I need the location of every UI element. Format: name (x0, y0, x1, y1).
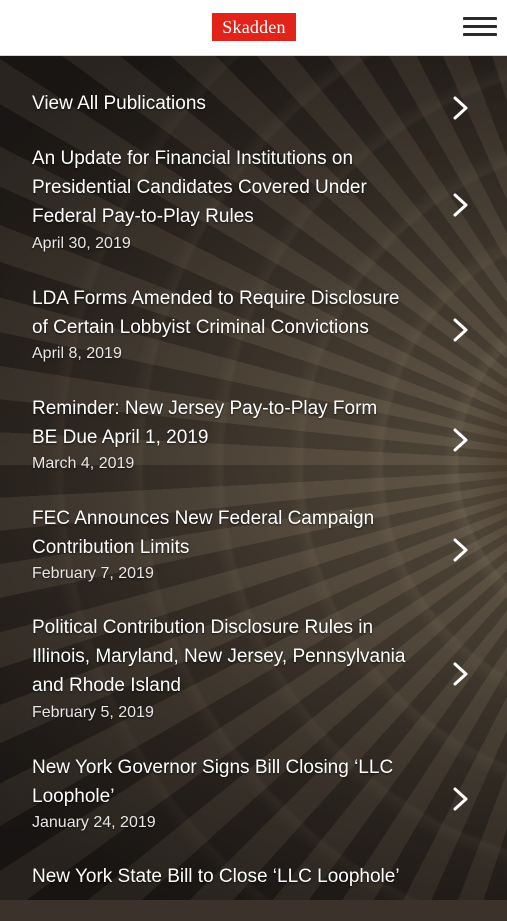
app-header: Skadden (0, 0, 507, 56)
chevron-right-icon (452, 317, 470, 343)
publication-date: April 30, 2019 (32, 235, 131, 252)
skadden-logo[interactable]: Skadden (212, 13, 296, 41)
publications-list: View All Publications An Update for Fina… (0, 55, 507, 900)
publication-item[interactable]: New York Governor Signs Bill Closing ‘LL… (0, 751, 507, 841)
publication-date: January 24, 2019 (32, 814, 156, 831)
menu-bar-top (463, 17, 497, 20)
menu-bar-bottom (463, 33, 497, 36)
view-all-label: View All Publications (32, 93, 206, 114)
publication-title: Reminder: New Jersey Pay-to-Play Form BE… (32, 398, 378, 448)
chevron-right-icon (452, 427, 470, 453)
publication-date: March 4, 2019 (32, 455, 135, 472)
publication-date: February 5, 2019 (32, 704, 154, 721)
chevron-right-icon (452, 786, 470, 812)
publication-date: February 7, 2019 (32, 565, 154, 582)
publication-title: LDA Forms Amended to Require Disclosure … (32, 288, 400, 338)
publication-item[interactable]: An Update for Financial Institutions on … (0, 141, 507, 256)
publication-title: FEC Announces New Federal Campaign Contr… (32, 508, 375, 558)
publication-item[interactable]: FEC Announces New Federal Campaign Contr… (0, 501, 507, 591)
publication-item[interactable]: LDA Forms Amended to Require Disclosure … (0, 280, 507, 370)
publication-item[interactable]: New York State Bill to Close ‘LLC Loopho… (0, 861, 507, 921)
publication-item[interactable]: Political Contribution Disclosure Rules … (0, 611, 507, 729)
publication-title: New York State Bill to Close ‘LLC Loopho… (32, 866, 400, 887)
menu-bar-middle (463, 25, 497, 28)
publication-date: April 8, 2019 (32, 345, 122, 362)
chevron-right-icon (452, 95, 470, 121)
publication-title: An Update for Financial Institutions on … (32, 148, 367, 227)
chevron-right-icon (452, 537, 470, 563)
view-all-publications-link[interactable]: View All Publications (0, 85, 507, 125)
publication-item[interactable]: Reminder: New Jersey Pay-to-Play Form BE… (0, 391, 507, 481)
publication-title: New York Governor Signs Bill Closing ‘LL… (32, 757, 394, 807)
publication-title: Political Contribution Disclosure Rules … (32, 617, 406, 696)
hamburger-menu-icon[interactable] (463, 15, 497, 39)
chevron-right-icon (452, 192, 470, 218)
chevron-right-icon (452, 661, 470, 687)
